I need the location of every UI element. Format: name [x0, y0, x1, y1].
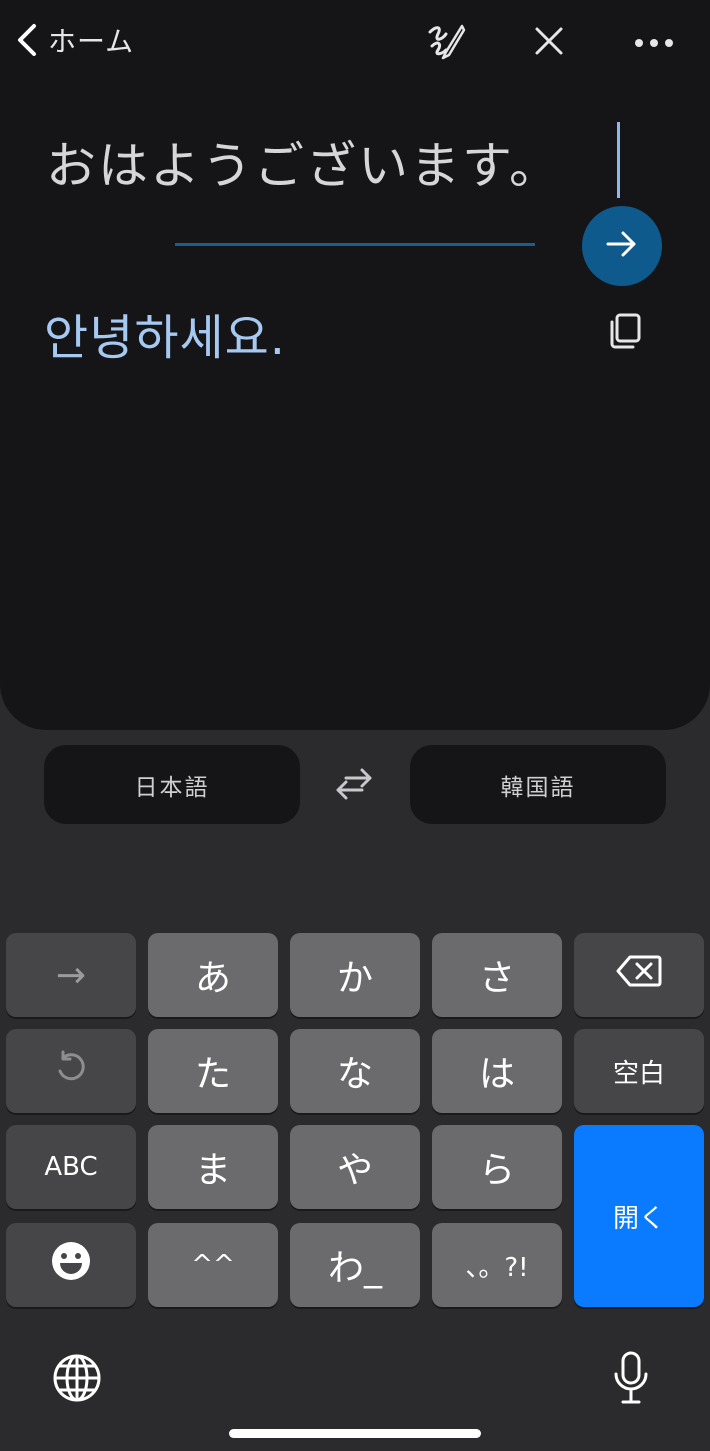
back-button[interactable]: ホーム	[14, 20, 134, 60]
key-sa[interactable]: さ	[432, 933, 562, 1017]
emoji-icon	[51, 1241, 91, 1290]
backspace-icon	[616, 954, 662, 997]
source-language-button[interactable]: 日本語	[44, 745, 300, 824]
undo-icon	[53, 1049, 89, 1094]
key-na[interactable]: な	[290, 1029, 420, 1113]
translation-card: ホーム おはようございます。 안녕하세요.	[0, 0, 710, 730]
home-indicator	[229, 1429, 481, 1438]
source-text-input[interactable]: おはようございます。	[46, 126, 561, 198]
japanese-kana-keyboard: → あ か さ た な は 空白 ABC ま や ら 開く ^^ わ_ 、。?!	[0, 840, 710, 1451]
key-ta[interactable]: た	[148, 1029, 278, 1113]
key-wa[interactable]: わ_	[290, 1223, 420, 1307]
key-ka[interactable]: か	[290, 933, 420, 1017]
translate-button[interactable]	[582, 206, 662, 286]
key-ra[interactable]: ら	[432, 1125, 562, 1209]
key-kaomoji[interactable]: ^^	[148, 1223, 278, 1307]
abc-key[interactable]: ABC	[6, 1125, 136, 1209]
backspace-key[interactable]	[574, 933, 704, 1017]
text-cursor	[617, 122, 620, 198]
key-ya[interactable]: や	[290, 1125, 420, 1209]
more-horizontal-icon[interactable]	[634, 34, 674, 53]
undo-key[interactable]	[6, 1029, 136, 1113]
translated-text: 안녕하세요.	[44, 310, 287, 366]
key-ha[interactable]: は	[432, 1029, 562, 1113]
space-key[interactable]: 空白	[574, 1029, 704, 1113]
copy-icon[interactable]	[607, 312, 643, 354]
target-language-button[interactable]: 韓国語	[410, 745, 666, 824]
input-divider	[175, 243, 535, 246]
enter-key[interactable]: 開く	[574, 1125, 704, 1307]
key-punctuation[interactable]: 、。?!	[432, 1223, 562, 1307]
key-arrow[interactable]: →	[6, 933, 136, 1017]
close-icon[interactable]	[534, 26, 564, 60]
arrow-right-icon	[604, 229, 640, 263]
back-label: ホーム	[48, 25, 135, 58]
key-ma[interactable]: ま	[148, 1125, 278, 1209]
swap-arrows-icon[interactable]	[332, 764, 376, 808]
microphone-icon[interactable]	[612, 1350, 650, 1410]
key-a[interactable]: あ	[148, 933, 278, 1017]
emoji-key[interactable]	[6, 1223, 136, 1307]
globe-icon[interactable]	[52, 1353, 102, 1407]
handwriting-pen-icon[interactable]	[426, 22, 466, 66]
chevron-left-icon	[14, 22, 40, 58]
